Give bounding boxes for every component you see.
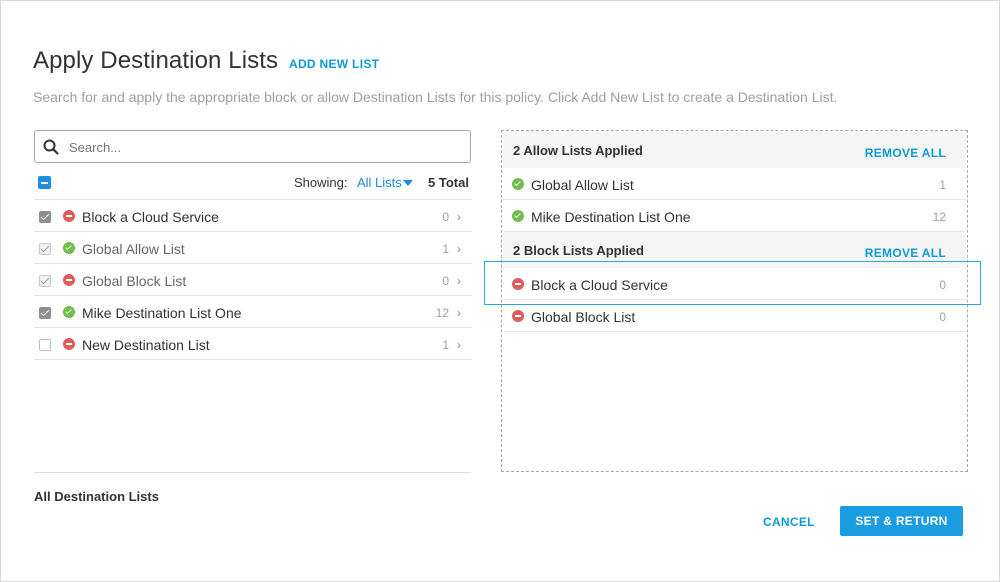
remove-all-block-button[interactable]: REMOVE ALL xyxy=(865,246,946,260)
showing-label: Showing: xyxy=(294,175,348,190)
block-icon xyxy=(63,338,75,350)
dialog: Apply Destination Lists ADD NEW LIST Sea… xyxy=(0,0,1000,582)
set-and-return-button[interactable]: SET & RETURN xyxy=(840,506,963,536)
list-item-count: 12 xyxy=(435,306,449,320)
list-item-label: Global Block List xyxy=(531,309,636,325)
total-count: 5 Total xyxy=(428,175,469,190)
list-item[interactable]: New Destination List 1 › xyxy=(34,328,471,360)
chevron-right-icon[interactable]: › xyxy=(457,306,461,320)
list-item-count: 0 xyxy=(442,274,449,288)
applied-list-item[interactable]: Global Allow List 1 xyxy=(503,168,966,200)
row-checkbox[interactable] xyxy=(39,275,51,287)
row-checkbox[interactable] xyxy=(39,243,51,255)
list-item-count: 1 xyxy=(442,338,449,352)
list-item-label: New Destination List xyxy=(82,337,210,353)
chevron-right-icon[interactable]: › xyxy=(457,338,461,352)
allow-icon xyxy=(512,210,524,222)
list-item[interactable]: Block a Cloud Service 0 › xyxy=(34,200,471,232)
select-all-checkbox[interactable] xyxy=(38,176,51,189)
page-subtitle: Search for and apply the appropriate blo… xyxy=(33,89,838,105)
highlight-box xyxy=(484,261,981,305)
chevron-right-icon[interactable]: › xyxy=(457,242,461,256)
chevron-right-icon[interactable]: › xyxy=(457,210,461,224)
all-destination-lists-tab[interactable]: All Destination Lists xyxy=(34,489,159,504)
list-item-label: Mike Destination List One xyxy=(82,305,242,321)
allow-icon xyxy=(63,242,75,254)
chevron-right-icon[interactable]: › xyxy=(457,274,461,288)
list-item[interactable]: Global Allow List 1 › xyxy=(34,232,471,264)
cancel-button[interactable]: CANCEL xyxy=(763,515,815,529)
allow-icon xyxy=(63,306,75,318)
list-filter-dropdown[interactable]: All Lists xyxy=(357,175,402,190)
applied-list-item[interactable]: Mike Destination List One 12 xyxy=(503,200,966,232)
list-item-label: Global Block List xyxy=(82,273,187,289)
caret-down-icon[interactable] xyxy=(403,180,413,186)
allow-section-header: 2 Allow Lists Applied REMOVE ALL xyxy=(503,132,966,168)
row-checkbox[interactable] xyxy=(39,211,51,223)
block-icon xyxy=(63,274,75,286)
list-item[interactable]: Global Block List 0 › xyxy=(34,264,471,296)
list-item-count: 12 xyxy=(932,210,946,224)
add-new-list-button[interactable]: ADD NEW LIST xyxy=(289,57,379,71)
block-icon xyxy=(512,310,524,322)
list-item-count: 1 xyxy=(939,178,946,192)
list-item-count: 1 xyxy=(442,242,449,256)
list-item-count: 0 xyxy=(442,210,449,224)
list-item-label: Mike Destination List One xyxy=(531,209,691,225)
allow-section-title: 2 Allow Lists Applied xyxy=(513,143,643,158)
divider xyxy=(34,472,471,473)
list-item[interactable]: Mike Destination List One 12 › xyxy=(34,296,471,328)
remove-all-allow-button[interactable]: REMOVE ALL xyxy=(865,146,946,160)
row-checkbox[interactable] xyxy=(39,307,51,319)
search-input[interactable] xyxy=(69,136,459,158)
block-section-title: 2 Block Lists Applied xyxy=(513,243,644,258)
list-item-label: Global Allow List xyxy=(531,177,634,193)
list-item-label: Global Allow List xyxy=(82,241,185,257)
list-item-label: Block a Cloud Service xyxy=(82,209,219,225)
search-box xyxy=(34,130,471,163)
block-icon xyxy=(63,210,75,222)
search-icon xyxy=(43,139,59,155)
page-title: Apply Destination Lists xyxy=(33,47,279,74)
row-checkbox[interactable] xyxy=(39,339,51,351)
allow-icon xyxy=(512,178,524,190)
list-item-count: 0 xyxy=(939,310,946,324)
destination-list: Block a Cloud Service 0 › Global Allow L… xyxy=(34,199,471,360)
